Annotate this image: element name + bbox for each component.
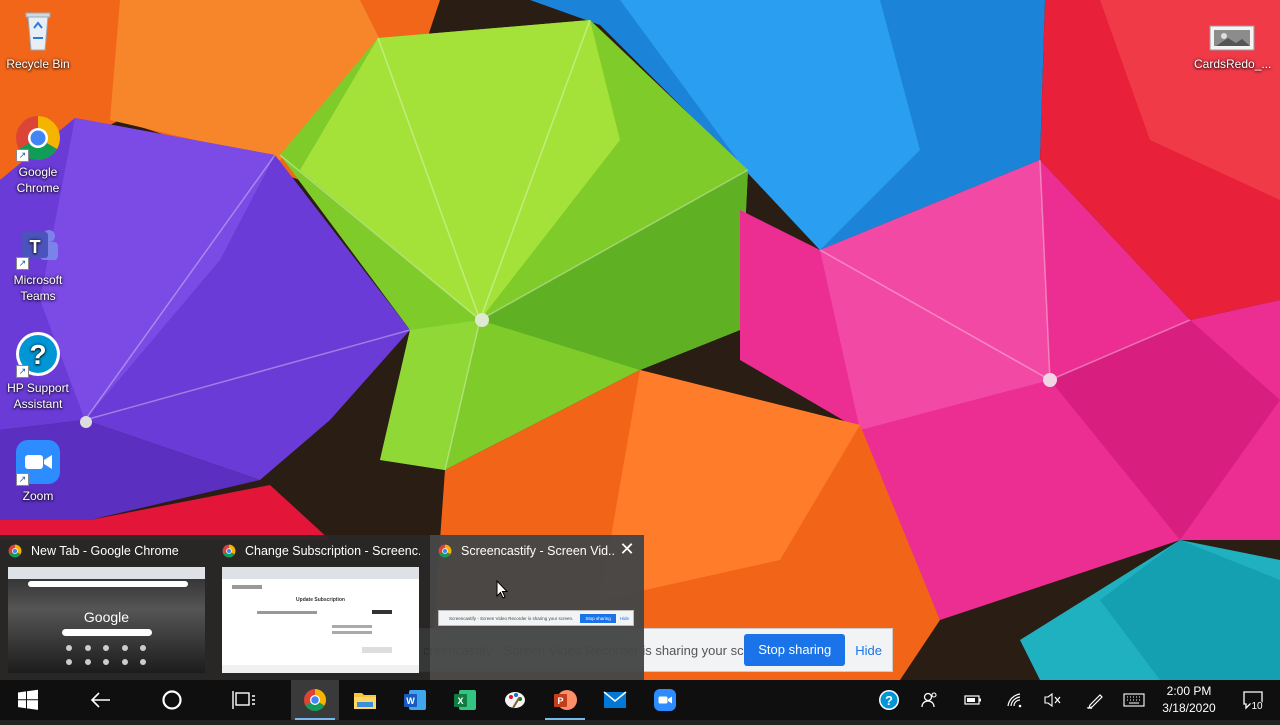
task-view-icon xyxy=(232,691,255,709)
taskbar-powerpoint[interactable]: P xyxy=(541,680,589,720)
chrome-icon xyxy=(222,544,236,558)
task-view-button[interactable] xyxy=(220,680,268,720)
desktop-icon-label: Google Chrome xyxy=(16,165,60,195)
notification-count-badge: 10 xyxy=(1250,700,1264,714)
tray-pen[interactable] xyxy=(1080,680,1110,720)
clock-time: 2:00 PM xyxy=(1166,684,1212,698)
chrome-icon xyxy=(304,689,326,711)
tray-help[interactable]: ? xyxy=(874,680,904,720)
tray-keyboard[interactable] xyxy=(1119,680,1149,720)
recycle-bin-icon xyxy=(14,6,62,54)
desktop-icon-recycle-bin[interactable]: Recycle Bin xyxy=(0,6,76,72)
shortcut-arrow-icon: ↗ xyxy=(16,149,29,162)
mail-icon xyxy=(603,691,627,708)
start-button[interactable] xyxy=(4,680,52,720)
taskbar-word[interactable]: W xyxy=(391,680,439,720)
battery-icon xyxy=(964,695,981,705)
excel-icon: X xyxy=(454,690,476,710)
desktop-icon-microsoft-teams[interactable]: T ↗ Microsoft Teams xyxy=(0,222,76,304)
keyboard-icon xyxy=(1123,693,1145,707)
clock-date: 3/18/2020 xyxy=(1162,701,1216,715)
desktop-icon-label: Zoom xyxy=(22,489,54,503)
powerpoint-icon: P xyxy=(554,690,577,710)
stop-sharing-button[interactable]: Stop sharing xyxy=(744,634,846,666)
thumbnail-title: Change Subscription - Screenc... xyxy=(245,544,420,558)
tray-volume[interactable] xyxy=(1038,680,1068,720)
preview-sharing-text: Screencastify - Screen Video Recorder is… xyxy=(449,615,574,621)
thumbnail-preview: Google xyxy=(8,567,205,673)
help-icon: ? xyxy=(879,690,899,710)
cortana-button[interactable] xyxy=(148,680,196,720)
shortcut-arrow-icon: ↗ xyxy=(16,473,29,486)
zoom-icon: ↗ xyxy=(14,438,62,486)
shortcut-arrow-icon: ↗ xyxy=(16,365,29,378)
desktop-icon-label: HP Support Assistant xyxy=(7,381,69,411)
hide-button[interactable]: Hide xyxy=(855,643,892,658)
zoom-icon xyxy=(654,689,676,711)
file-explorer-icon xyxy=(354,693,376,709)
shortcut-arrow-icon: ↗ xyxy=(16,257,29,270)
preview-hide-button: Hide xyxy=(619,615,629,621)
taskbar: W X P ? 2:00 PM 3/18/2020 10 xyxy=(0,680,1280,720)
taskbar-paint[interactable] xyxy=(491,680,539,720)
back-arrow-icon xyxy=(90,692,110,708)
desktop-icon-google-chrome[interactable]: ↗ Google Chrome xyxy=(0,114,76,196)
pen-icon xyxy=(1086,694,1103,709)
chrome-icon xyxy=(8,544,22,558)
svg-text:X: X xyxy=(457,696,463,706)
taskbar-file-explorer[interactable] xyxy=(341,680,389,720)
update-subscription-text: Update Subscription xyxy=(296,597,345,603)
google-logo-text: Google xyxy=(83,609,130,625)
thumbnail-change-subscription[interactable]: Change Subscription - Screenc... Update … xyxy=(214,535,428,680)
svg-text:W: W xyxy=(406,696,415,706)
thumbnail-new-tab[interactable]: New Tab - Google Chrome Google xyxy=(0,535,214,680)
thumbnail-preview: Screencastify - Screen Video Recorder is… xyxy=(438,610,634,626)
hp-support-icon: ? ↗ xyxy=(14,330,62,378)
volume-muted-icon xyxy=(1044,692,1061,708)
start-icon xyxy=(18,689,38,710)
taskbar-mail[interactable] xyxy=(591,680,639,720)
svg-text:P: P xyxy=(557,696,563,706)
system-clock[interactable]: 2:00 PM 3/18/2020 xyxy=(1152,683,1226,717)
back-button[interactable] xyxy=(76,680,124,720)
paint-icon xyxy=(505,692,525,709)
thumbnail-title: Screencastify - Screen Vid... xyxy=(461,544,614,558)
chrome-icon: ↗ xyxy=(14,114,62,162)
people-icon xyxy=(921,692,937,708)
tray-wifi[interactable] xyxy=(1000,680,1030,720)
thumbnail-screencastify[interactable]: Screencastify - Screen Vid... ✕ Screenca… xyxy=(430,535,644,680)
svg-text:?: ? xyxy=(885,693,893,708)
taskbar-chrome[interactable] xyxy=(291,680,339,720)
taskbar-thumbnail-popup: New Tab - Google Chrome Google Change Su… xyxy=(0,535,644,680)
action-center-button[interactable]: 10 xyxy=(1234,680,1274,720)
desktop-icon-label: CardsRedo_... xyxy=(1194,57,1272,71)
teams-icon: T ↗ xyxy=(14,222,62,270)
thumbnail-preview: Update Subscription xyxy=(222,567,419,673)
desktop-icon-zoom[interactable]: ↗ Zoom xyxy=(0,438,76,504)
preview-stop-button: Stop sharing xyxy=(580,613,616,623)
desktop-icon-label: Microsoft Teams xyxy=(13,273,63,303)
desktop-icon-label: Recycle Bin xyxy=(6,57,70,71)
tray-people[interactable] xyxy=(915,680,945,720)
svg-text:?: ? xyxy=(29,339,46,370)
word-icon: W xyxy=(404,690,426,710)
tray-battery[interactable] xyxy=(958,680,988,720)
taskbar-zoom[interactable] xyxy=(641,680,689,720)
mouse-cursor-icon xyxy=(496,580,508,599)
close-icon[interactable]: ✕ xyxy=(618,540,636,559)
search-circle-icon xyxy=(162,690,182,710)
thumbnail-title: New Tab - Google Chrome xyxy=(31,544,179,558)
chrome-icon xyxy=(438,544,452,558)
taskbar-excel[interactable]: X xyxy=(441,680,489,720)
desktop-icon-cardsredo[interactable]: CardsRedo_... xyxy=(1194,22,1272,72)
image-file-icon xyxy=(1208,22,1256,52)
desktop-icon-hp-support-assistant[interactable]: ? ↗ HP Support Assistant xyxy=(0,330,76,412)
svg-text:T: T xyxy=(30,237,41,257)
wifi-icon xyxy=(1007,693,1022,708)
